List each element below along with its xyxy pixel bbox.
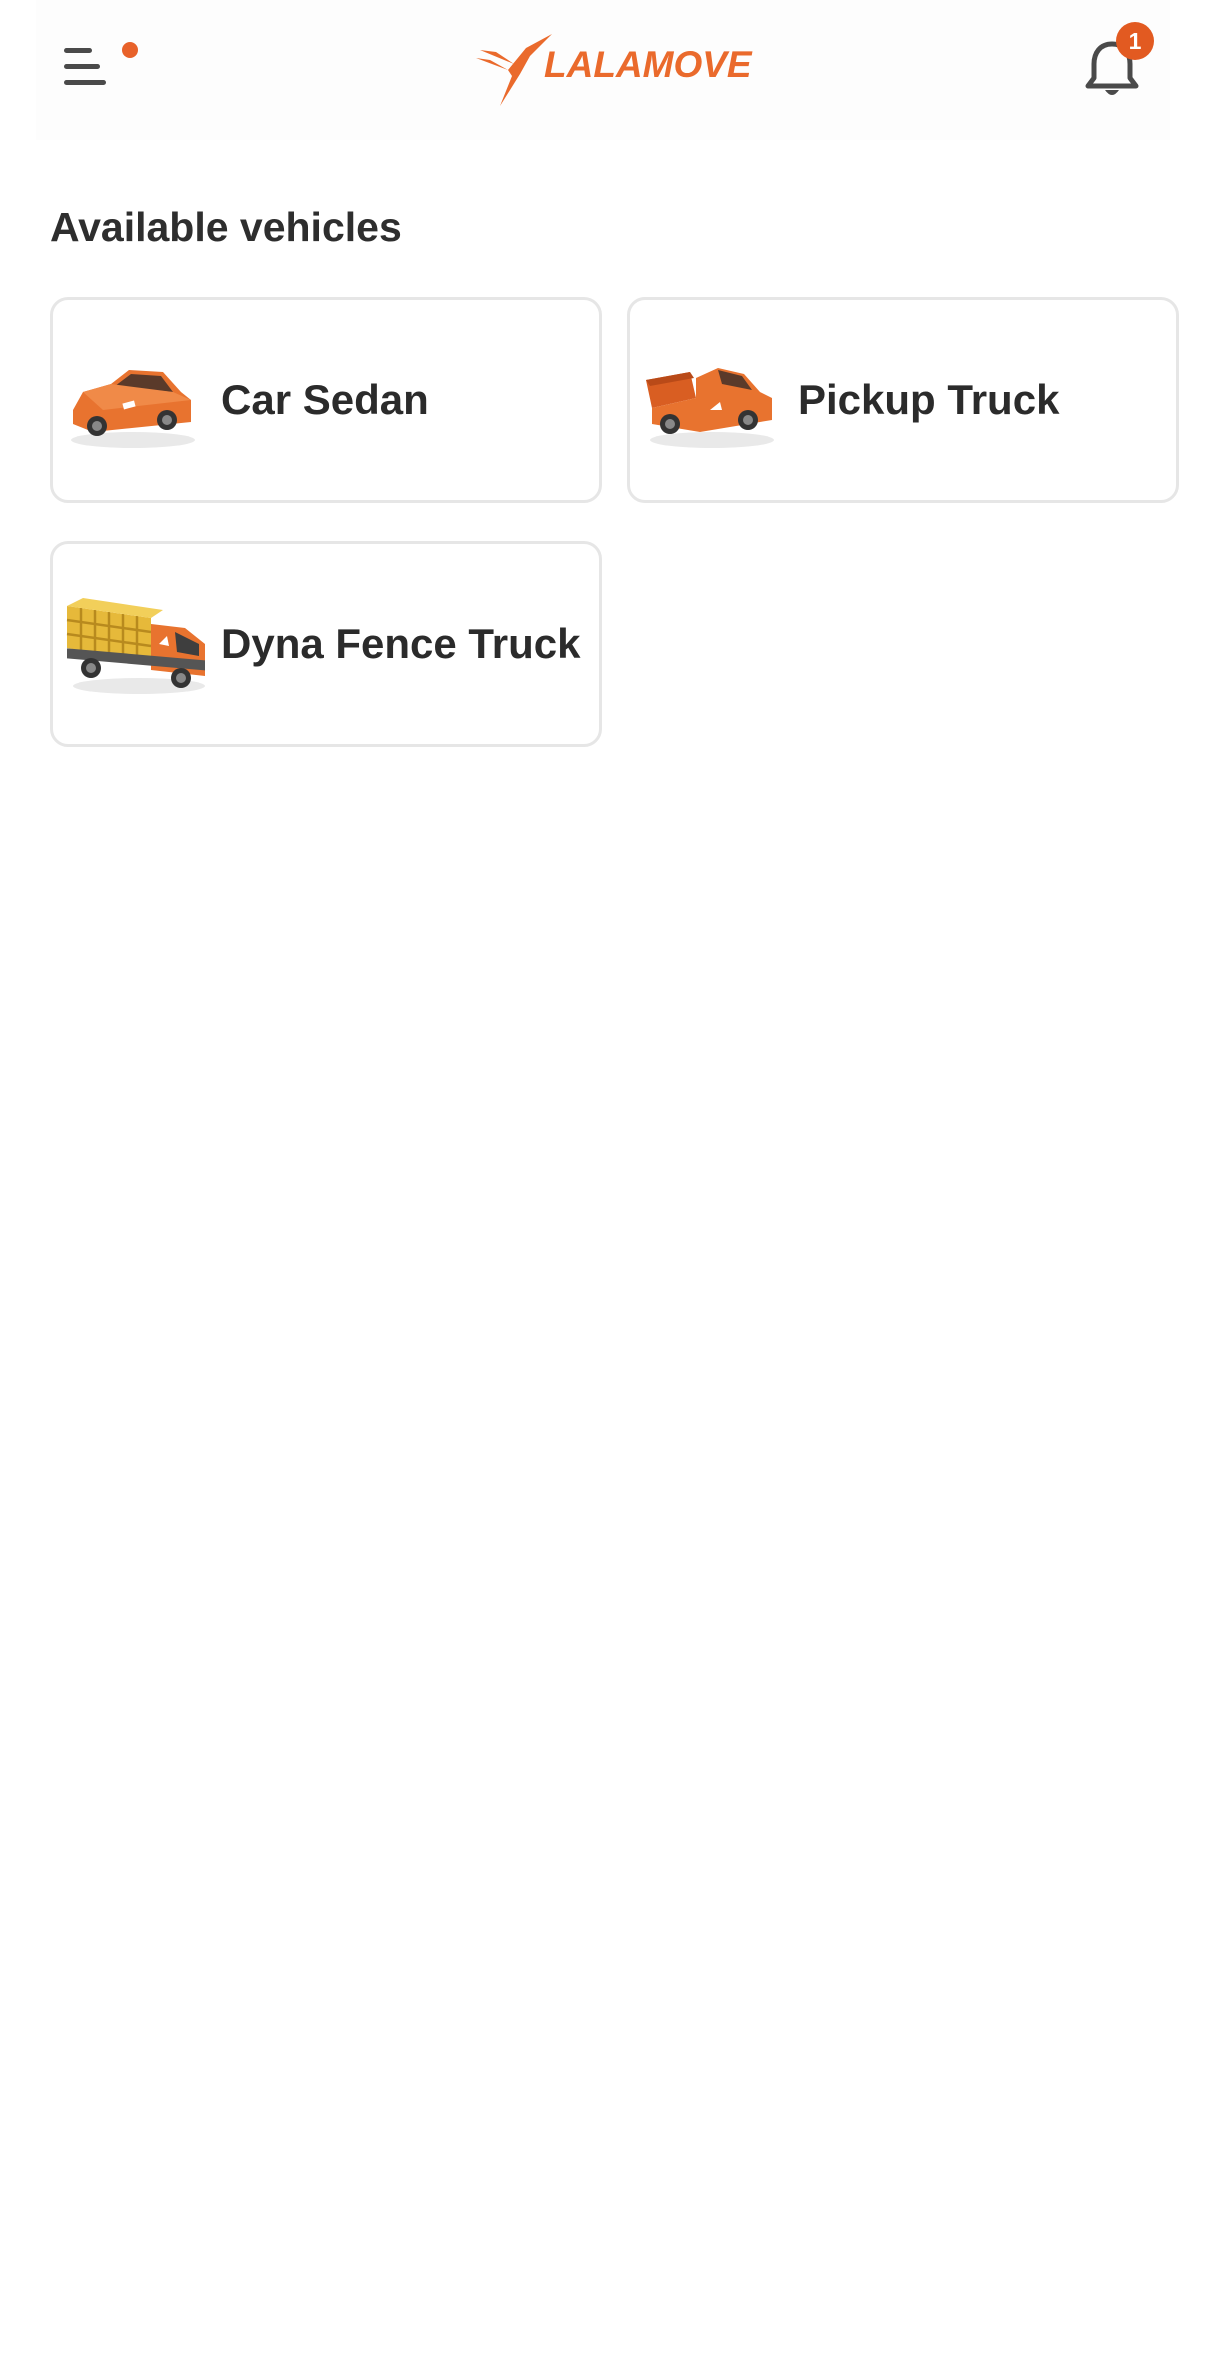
vehicle-label: Car Sedan [221,376,429,423]
top-header: LALAMOVE 1 [36,0,1170,140]
vehicle-label: Dyna Fence Truck [221,620,581,667]
brand-wordmark: LALAMOVE [544,44,752,85]
vehicle-card-dyna-fence-truck[interactable]: Dyna Fence Truck [50,541,602,747]
brand-logo: LALAMOVE [474,30,774,110]
dyna-fence-truck-icon [63,584,205,704]
notification-count-badge: 1 [1116,22,1154,60]
section-title: Available vehicles [50,204,402,250]
app-screen: LALAMOVE 1 Available vehicles Car Sedan … [0,0,1206,2367]
notifications-button[interactable]: 1 [1082,22,1154,106]
vehicle-label: Pickup Truck [798,376,1060,423]
pickup-truck-icon [640,340,780,460]
menu-notification-dot [122,42,138,58]
menu-icon [64,48,106,85]
bird-logo-icon [476,34,552,106]
vehicle-card-car-sedan[interactable]: Car Sedan [50,297,602,503]
menu-button[interactable] [60,36,138,104]
vehicle-card-pickup-truck[interactable]: Pickup Truck [627,297,1179,503]
car-sedan-icon [63,340,203,460]
